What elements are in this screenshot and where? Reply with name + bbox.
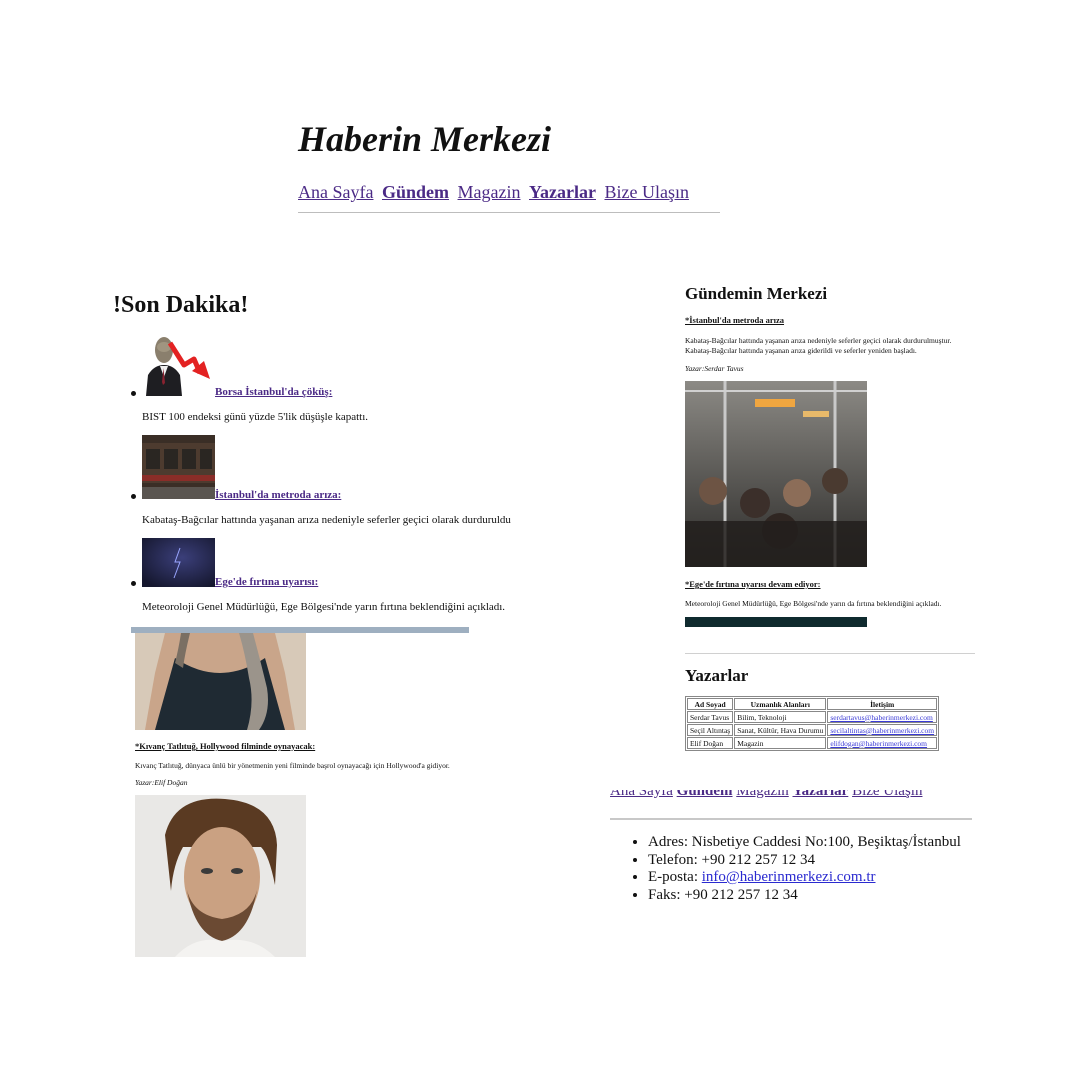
breaking-title: !Son Dakika! [113, 292, 249, 318]
footer-divider [610, 818, 972, 820]
stock-crash-image[interactable] [142, 335, 215, 396]
bullet [131, 391, 136, 396]
news-link-metro[interactable]: İstanbul'da metroda arıza: [215, 489, 341, 501]
metro-thumbnail[interactable] [142, 435, 215, 499]
nav-gundem[interactable]: Gündem [382, 182, 449, 202]
writer-expertise: Bilim, Teknoloji [734, 711, 827, 723]
storm-photo-strip [685, 617, 867, 627]
contact-email-label: E-posta: [648, 869, 702, 885]
right-divider [685, 653, 975, 654]
news-desc-metro: Kabataş-Bağcılar hattında yaşanan arıza … [142, 514, 511, 526]
news-link-borsa[interactable]: Borsa İstanbul'da çöküş: [215, 386, 332, 398]
writer-name: Elif Doğan [687, 737, 734, 749]
writers-table: Ad Soyad Uzmanlık Alanları İletişim Serd… [685, 696, 940, 751]
table-row: Elif Doğan Magazin elifdogan@haberinmerk… [687, 737, 938, 749]
nav-contact[interactable]: Bize Ulaşın [604, 182, 688, 202]
contact-phone: Telefon: +90 212 257 12 34 [648, 852, 961, 870]
col-expertise-header: Uzmanlık Alanları [734, 698, 827, 710]
news-desc-kivanc: Kıvanç Tatlıtuğ, dünyaca ünlü bir yönetm… [135, 761, 450, 770]
table-row: Serdar Tavus Bilim, Teknoloji serdartavu… [687, 711, 938, 723]
gundem-news-text-1: Kabataş-Bağcılar hattında yaşanan arıza … [685, 336, 952, 345]
nav-magazin[interactable]: Magazin [458, 182, 521, 202]
footer-nav-magazin[interactable]: Magazin [736, 790, 788, 799]
woman-photo [135, 633, 306, 730]
writer-expertise: Sanat, Kültür, Hava Durumu [734, 724, 827, 736]
footer-nav-contact[interactable]: Bize Ulaşın [852, 790, 922, 799]
footer-nav-clip: Ana Sayfa Gündem Magazin Yazarlar Bize U… [610, 790, 980, 810]
writer-email-link[interactable]: serdartavus@haberinmerkezi.com [830, 713, 933, 722]
gundem-title: Gündemin Merkezi [685, 284, 828, 303]
writer-email-link[interactable]: elifdogan@haberinmerkezi.com [830, 739, 927, 748]
writer-expertise: Magazin [734, 737, 827, 749]
contact-list: Adres: Nisbetiye Caddesi No:100, Beşikta… [620, 834, 961, 904]
contact-fax: Faks: +90 212 257 12 34 [648, 887, 961, 905]
col-contact-header: İletişim [827, 698, 938, 710]
contact-email-link[interactable]: info@haberinmerkezi.com.tr [702, 869, 876, 885]
footer-nav-gundem[interactable]: Gündem [677, 790, 733, 799]
gundem-news-text-2: Kabataş-Bağcılar hattında yaşanan arıza … [685, 346, 917, 355]
writer-email-link[interactable]: secilaltintas@haberinmerkezi.com [830, 726, 934, 735]
footer-nav-clipped [685, 641, 860, 647]
nav-yazarlar[interactable]: Yazarlar [529, 182, 596, 202]
nav-home[interactable]: Ana Sayfa [298, 182, 373, 202]
nav-divider [298, 212, 720, 213]
writer-name: Serdar Tavus [687, 711, 734, 723]
gundem-news-link-storm[interactable]: *Ege'de fırtına uyarısı devam ediyor: [685, 579, 821, 589]
footer-nav: Ana Sayfa Gündem Magazin Yazarlar Bize U… [610, 790, 980, 800]
bullet [131, 581, 136, 586]
author-elif: Yazar:Elif Doğan [135, 778, 188, 787]
writers-title: Yazarlar [685, 666, 749, 685]
writer-name: Seçil Altıntaş [687, 724, 734, 736]
site-title: Haberin Merkezi [298, 119, 552, 159]
kivanc-photo [135, 795, 306, 957]
metro-crowd-photo [685, 381, 867, 567]
news-link-storm[interactable]: Ege'de fırtına uyarısı: [215, 576, 318, 588]
contact-address: Adres: Nisbetiye Caddesi No:100, Beşikta… [648, 834, 961, 852]
bullet [131, 494, 136, 499]
table-row: Seçil Altıntaş Sanat, Kültür, Hava Durum… [687, 724, 938, 736]
contact-email-item: E-posta: info@haberinmerkezi.com.tr [648, 869, 961, 887]
col-name-header: Ad Soyad [687, 698, 734, 710]
author-serdar: Yazar:Serdar Tavus [685, 364, 744, 373]
top-nav: Ana Sayfa Gündem Magazin Yazarlar Bize U… [298, 182, 693, 203]
gundem-news-link-metro[interactable]: *İstanbul'da metroda arıza [685, 315, 784, 325]
news-desc-storm: Meteoroloji Genel Müdürlüğü, Ege Bölgesi… [142, 601, 506, 613]
news-link-kivanc[interactable]: *Kıvanç Tatlıtuğ, Hollywood filminde oyn… [135, 741, 315, 751]
table-header-row: Ad Soyad Uzmanlık Alanları İletişim [687, 698, 938, 710]
footer-nav-home[interactable]: Ana Sayfa [610, 790, 673, 799]
footer-nav-yazarlar[interactable]: Yazarlar [793, 790, 849, 799]
gundem-news-text-storm: Meteoroloji Genel Müdürlüğü, Ege Bölgesi… [685, 599, 942, 608]
news-desc-borsa: BIST 100 endeksi günü yüzde 5'lik düşüşl… [142, 411, 369, 423]
storm-thumbnail[interactable] [142, 538, 215, 587]
